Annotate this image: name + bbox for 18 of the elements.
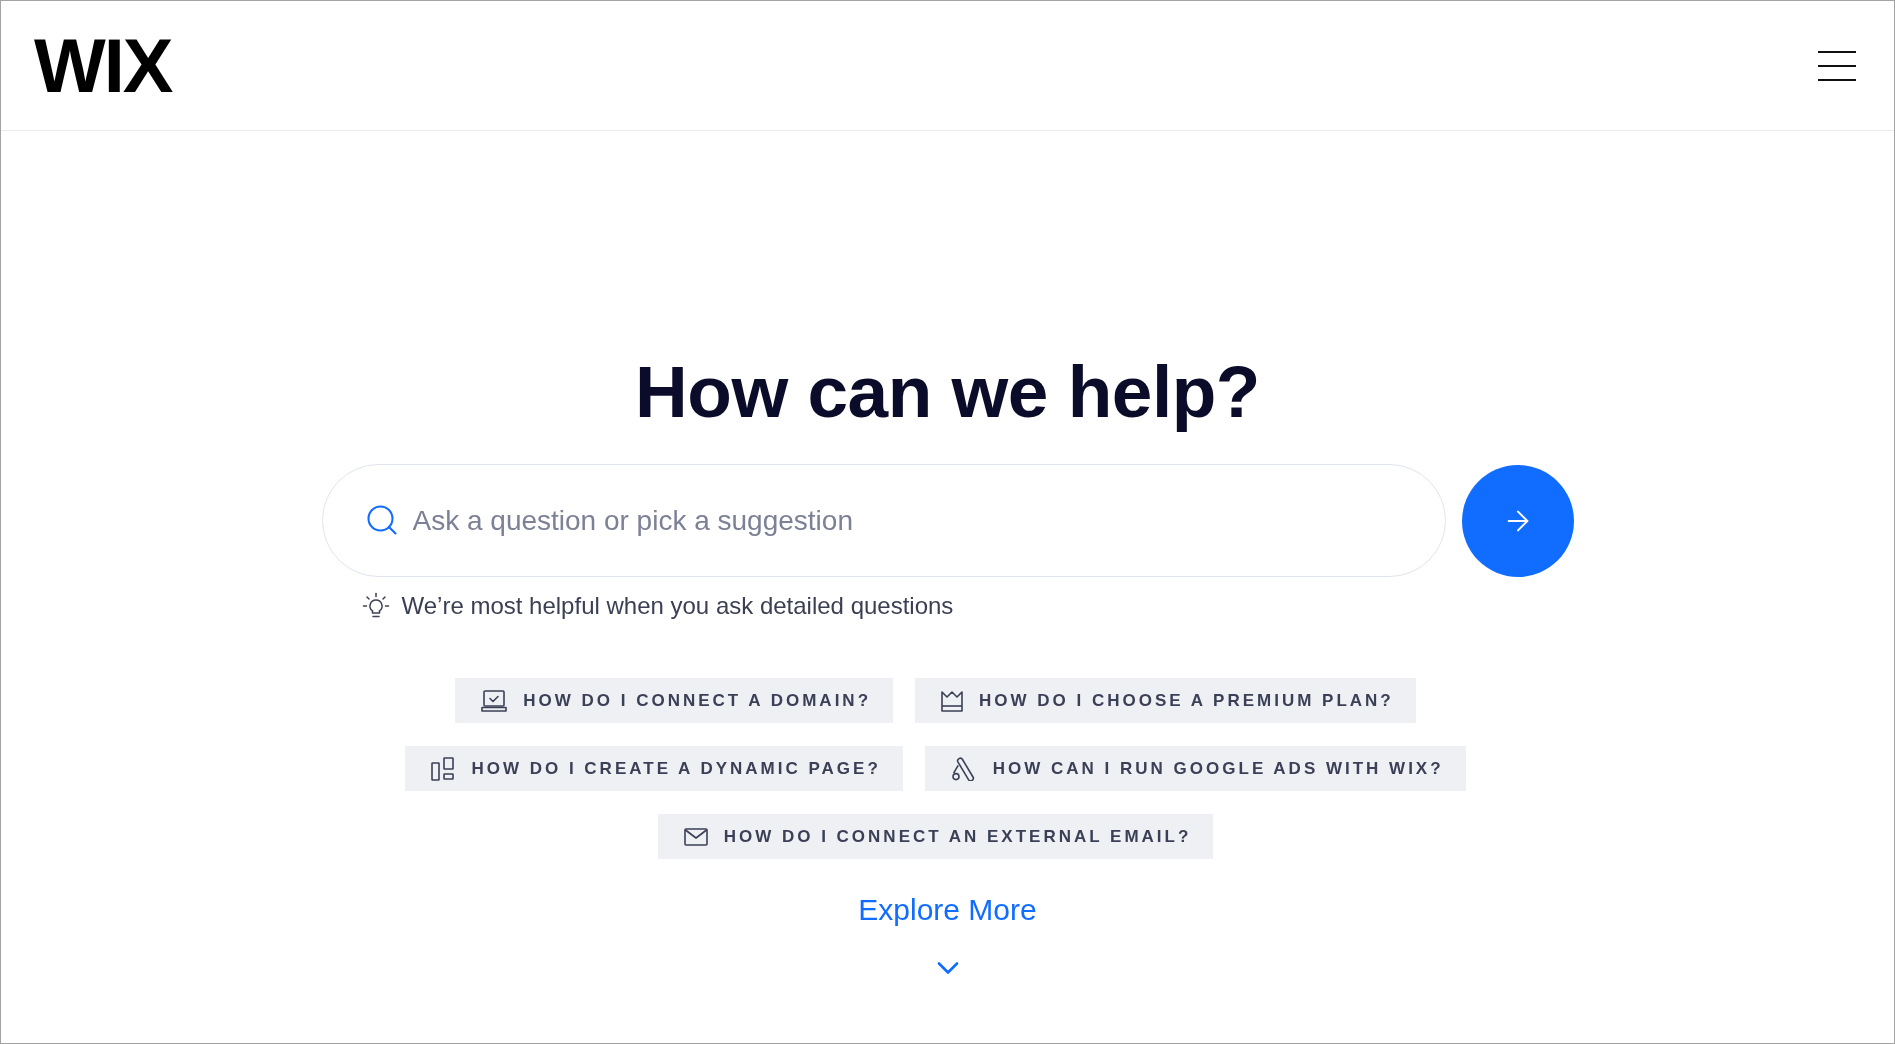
laptop-check-icon — [481, 689, 508, 712]
suggestion-chip[interactable]: HOW DO I CONNECT A DOMAIN? — [455, 678, 893, 723]
page-title: How can we help? — [635, 352, 1260, 432]
menu-button[interactable] — [1817, 49, 1857, 82]
suggestion-chip[interactable]: HOW DO I CREATE A DYNAMIC PAGE? — [405, 746, 903, 791]
suggestion-chip[interactable]: HOW DO I CONNECT AN EXTERNAL EMAIL? — [657, 814, 1214, 859]
suggestion-chip[interactable]: HOW CAN I RUN GOOGLE ADS WITH WIX? — [924, 746, 1466, 791]
search-field[interactable]: Ask a question or pick a suggestion — [321, 464, 1446, 577]
hint-text: We’re most helpful when you ask detailed questions — [401, 591, 954, 621]
envelope-icon — [683, 827, 708, 846]
suggestion-chip[interactable]: HOW DO I CHOOSE A PREMIUM PLAN? — [915, 678, 1416, 723]
menu-icon — [1818, 50, 1856, 81]
explore-more-link[interactable]: Explore More — [858, 892, 1037, 928]
logo[interactable]: WIX — [34, 27, 172, 104]
lightbulb-icon — [361, 592, 390, 620]
layout-icon — [431, 756, 456, 781]
crown-icon — [941, 689, 963, 712]
a-shape-icon — [950, 756, 977, 781]
